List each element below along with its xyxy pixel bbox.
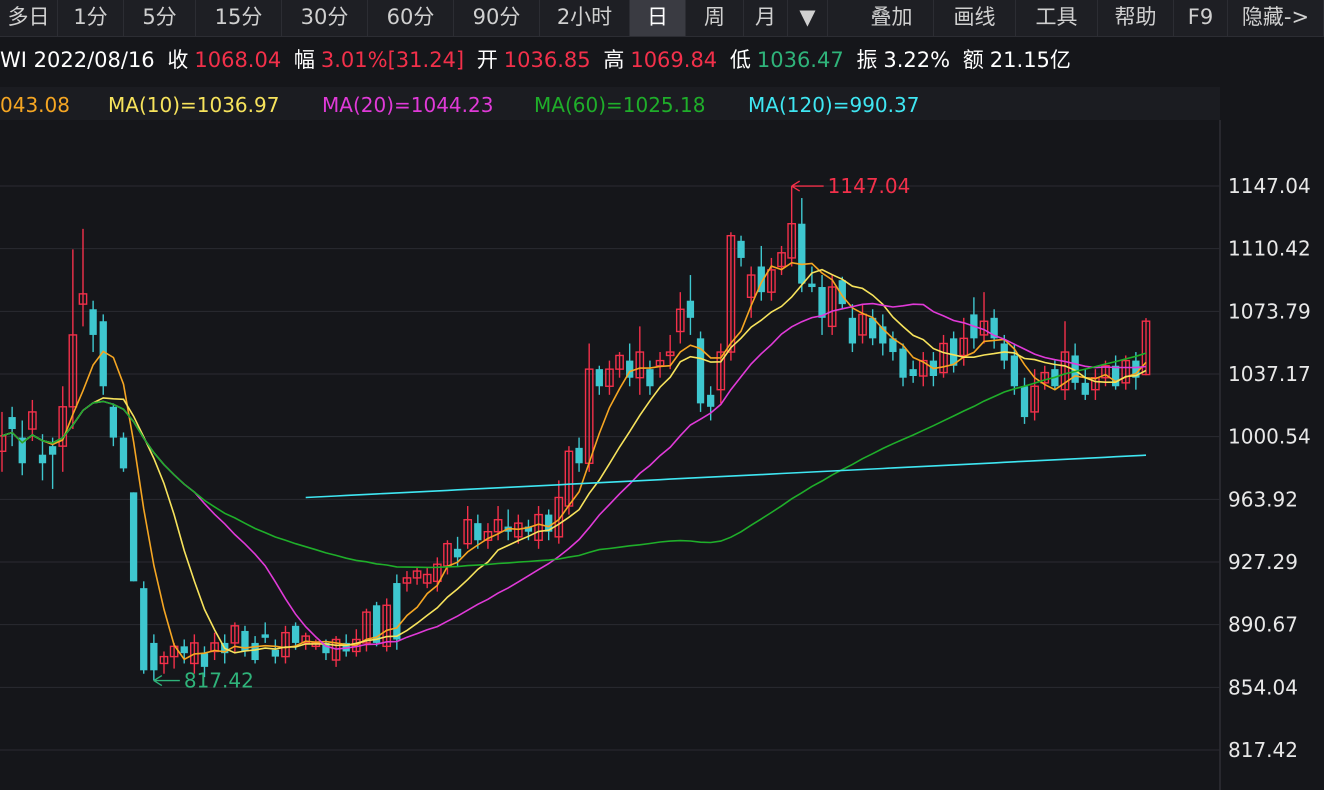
candle-body-down — [180, 646, 188, 654]
candle-body-down — [271, 649, 279, 657]
toolbar-button-5[interactable]: 隐藏-> — [1228, 0, 1324, 36]
candle-body-down — [291, 625, 300, 643]
candle-body-down — [150, 642, 158, 671]
toolbar-button-1[interactable]: 画线 — [934, 0, 1016, 36]
candle-body-down — [140, 588, 148, 671]
candle-body-down — [38, 454, 47, 464]
candlestick-chart[interactable]: 1147.04 1110.42 1073.79 1037.17 1000.54 963.9… — [0, 120, 1324, 790]
candle-body-down — [899, 348, 907, 378]
toolbar-button-3[interactable]: 帮助 — [1098, 0, 1174, 36]
candle-body-down — [1111, 365, 1120, 387]
open-value: 1036.85 — [503, 48, 591, 72]
change-label: 幅 — [293, 48, 315, 72]
period-tab-10[interactable]: 月 — [744, 0, 788, 36]
ma-legend-bar: 043.08 MA(10)=1036.97 MA(20)=1044.23 MA(60)… — [0, 87, 1220, 123]
candle-body-down — [1081, 382, 1089, 395]
candle-body-down — [818, 287, 826, 318]
y-tick-label: 854.04 — [1228, 675, 1298, 699]
candle-body-down — [200, 653, 209, 667]
candle-body-down — [1010, 355, 1019, 387]
candle-body-down — [1020, 386, 1029, 418]
candle-body-down — [261, 634, 269, 638]
candle-body-down — [48, 446, 57, 455]
low-label: 低 — [729, 48, 751, 72]
period-tab-3[interactable]: 15分 — [196, 0, 282, 36]
candle-body-down — [808, 283, 816, 288]
candle-body-down — [798, 223, 806, 284]
high-label: 高 — [603, 48, 625, 72]
quote-info-bar: WI 2022/08/16 收 1068.04 幅 3.01%[31.24] 开 10… — [0, 44, 1077, 80]
close-label: 收 — [167, 48, 189, 72]
ma-legend-3: MA(60)=1025.18 — [534, 93, 706, 117]
amount-label: 额 — [962, 48, 984, 72]
y-tick-label: 1073.79 — [1228, 299, 1311, 323]
period-tab-6[interactable]: 90分 — [454, 0, 540, 36]
period-tab-4[interactable]: 30分 — [282, 0, 368, 36]
low-value: 1036.47 — [756, 48, 844, 72]
candle-body-down — [453, 548, 462, 558]
y-tick-label: 890.67 — [1228, 613, 1298, 637]
candle-body-down — [707, 394, 715, 407]
candle-body-down — [595, 369, 603, 387]
period-tab-0[interactable]: 多日 — [0, 0, 58, 36]
amplitude-value: 3.22% — [883, 48, 951, 72]
close-value: 1068.04 — [194, 48, 282, 72]
amplitude-label: 振 — [856, 48, 878, 72]
y-tick-label: 1147.04 — [1228, 174, 1311, 198]
y-tick-label: 963.92 — [1228, 487, 1298, 511]
candle-body-down — [686, 300, 695, 318]
chevron-down-icon[interactable]: ▼ — [788, 0, 828, 36]
low-marker-label: 817.42 — [184, 669, 254, 693]
high-value: 1069.84 — [630, 48, 718, 72]
ma-legend-1: MA(10)=1036.97 — [108, 93, 280, 117]
candle-body-down — [89, 309, 97, 335]
ma-legend-2: MA(20)=1044.23 — [322, 93, 494, 117]
candle-body-down — [474, 523, 482, 541]
y-tick-label: 1000.54 — [1228, 425, 1311, 449]
candle-body-down — [251, 642, 259, 661]
period-toolbar: 多日 1分 5分 15分 30分 60分 90分 2小时日周月 ▼ 叠加 画线 工具 帮助 F9 隐藏-> — [0, 0, 1324, 37]
candle-body-down — [8, 417, 16, 430]
period-tab-7[interactable]: 2小时 — [540, 0, 630, 36]
ma-legend-4: MA(120)=990.37 — [748, 93, 920, 117]
candle-body-down — [575, 447, 583, 464]
ma-legend-0: 043.08 — [0, 93, 70, 117]
period-tab-1[interactable]: 1分 — [58, 0, 124, 36]
period-tab-8[interactable]: 日 — [630, 0, 686, 36]
candle-body-down — [119, 437, 128, 469]
high-marker-label: 1147.04 — [828, 174, 911, 198]
candle-body-down — [393, 583, 401, 640]
toolbar-button-0[interactable]: 叠加 — [850, 0, 934, 36]
candle-body-down — [848, 317, 857, 344]
period-tab-9[interactable]: 周 — [686, 0, 744, 36]
y-tick-label: 927.29 — [1228, 550, 1298, 574]
candle-body-down — [646, 369, 654, 387]
candle-body-down — [737, 240, 745, 258]
period-tab-5[interactable]: 60分 — [368, 0, 454, 36]
period-tab-2[interactable]: 5分 — [124, 0, 196, 36]
y-tick-label: 1110.42 — [1228, 237, 1311, 261]
code-date: WI 2022/08/16 — [0, 48, 155, 72]
y-tick-label: 1037.17 — [1228, 362, 1311, 386]
candle-body-down — [909, 369, 917, 376]
change-value: 3.01%[31.24] — [320, 48, 465, 72]
toolbar-button-4[interactable]: F9 — [1174, 0, 1228, 36]
open-label: 开 — [476, 48, 498, 72]
candle-body-down — [129, 492, 138, 582]
toolbar-button-2[interactable]: 工具 — [1016, 0, 1098, 36]
amount-value: 21.15亿 — [989, 48, 1071, 72]
candle-body-down — [109, 406, 118, 438]
y-tick-label: 817.42 — [1228, 738, 1298, 762]
